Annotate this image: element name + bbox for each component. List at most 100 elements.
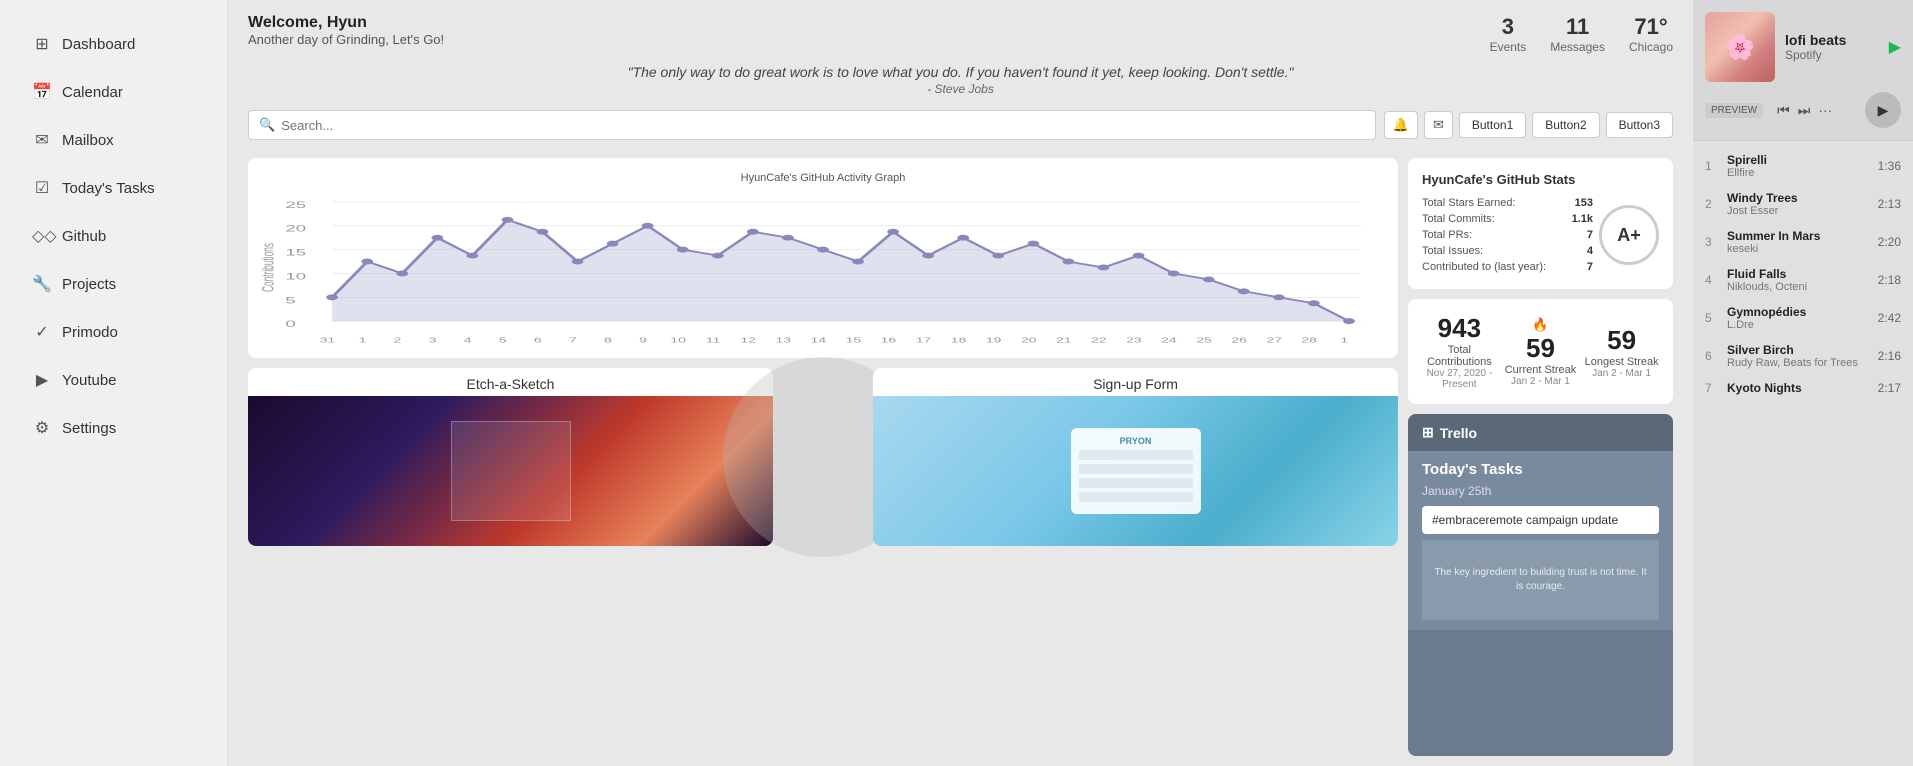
button2[interactable]: Button2 bbox=[1532, 112, 1599, 138]
music-album-row: 🌸 lofi beats Spotify ▶ bbox=[1705, 12, 1901, 82]
sidebar-item-projects[interactable]: 🔧 Projects bbox=[8, 262, 219, 306]
signup-label: Sign-up Form bbox=[873, 368, 1398, 396]
svg-text:27: 27 bbox=[1266, 337, 1282, 345]
sidebar-label-tasks: Today's Tasks bbox=[62, 180, 155, 197]
sidebar-item-tasks[interactable]: ☑ Today's Tasks bbox=[8, 166, 219, 210]
music-artist: Spotify bbox=[1785, 48, 1879, 62]
svg-text:15: 15 bbox=[285, 248, 306, 258]
trello-image-area: The key ingredient to building trust is … bbox=[1422, 540, 1659, 620]
track-number: 6 bbox=[1705, 349, 1719, 363]
button1[interactable]: Button1 bbox=[1459, 112, 1526, 138]
more-options-button[interactable]: ··· bbox=[1818, 102, 1832, 118]
album-art-emoji: 🌸 bbox=[1725, 33, 1755, 62]
github-stats-title: HyunCafe's GitHub Stats bbox=[1422, 172, 1659, 187]
prs-label: Total PRs: bbox=[1422, 229, 1472, 241]
stat-contributed: Contributed to (last year): 7 bbox=[1422, 259, 1593, 275]
track-artist: L.Dre bbox=[1727, 319, 1870, 331]
toolbar-right: 🔔 ✉ Button1 Button2 Button3 bbox=[1384, 111, 1673, 139]
music-track-item[interactable]: 2 Windy Trees Jost Esser 2:13 bbox=[1693, 185, 1913, 223]
svg-text:25: 25 bbox=[1196, 337, 1212, 345]
signup-background: PRYON bbox=[873, 396, 1398, 546]
svg-text:13: 13 bbox=[775, 337, 791, 345]
stats-grid: Total Stars Earned: 153 Total Commits: 1… bbox=[1422, 195, 1659, 275]
sidebar-item-dashboard[interactable]: ⊞ Dashboard bbox=[8, 22, 219, 66]
track-duration: 2:13 bbox=[1878, 197, 1901, 211]
button3[interactable]: Button3 bbox=[1606, 112, 1673, 138]
sidebar-label-youtube: Youtube bbox=[62, 372, 117, 389]
sidebar-item-youtube[interactable]: ▶ Youtube bbox=[8, 358, 219, 402]
prs-value: 7 bbox=[1587, 229, 1593, 241]
trello-date: January 25th bbox=[1422, 484, 1659, 498]
city-label: Chicago bbox=[1629, 40, 1673, 54]
track-duration: 2:42 bbox=[1878, 311, 1901, 325]
prev-track-button[interactable]: ⏮ bbox=[1777, 102, 1790, 119]
svg-text:14: 14 bbox=[811, 337, 827, 345]
tasks-icon: ☑ bbox=[32, 178, 52, 198]
music-track-item[interactable]: 1 Spirelli Ellfire 1:36 bbox=[1693, 147, 1913, 185]
search-input-wrap[interactable]: 🔍 bbox=[248, 110, 1376, 140]
sidebar-item-settings[interactable]: ⚙ Settings bbox=[8, 406, 219, 450]
preview-badge: PREVIEW bbox=[1705, 103, 1763, 118]
trello-image-text: The key ingredient to building trust is … bbox=[1422, 558, 1659, 602]
etch-a-sketch-card[interactable]: Etch-a-Sketch bbox=[248, 368, 773, 546]
primodo-icon: ✓ bbox=[32, 322, 52, 342]
signup-form-card[interactable]: Sign-up Form PRYON bbox=[873, 368, 1398, 546]
header: Welcome, Hyun Another day of Grinding, L… bbox=[228, 0, 1693, 102]
stars-label: Total Stars Earned: bbox=[1422, 197, 1516, 209]
projects-icon: 🔧 bbox=[32, 274, 52, 294]
track-number: 1 bbox=[1705, 159, 1719, 173]
music-track-item[interactable]: 5 Gymnopédies L.Dre 2:42 bbox=[1693, 299, 1913, 337]
svg-text:Days: Days bbox=[828, 344, 866, 345]
search-input[interactable] bbox=[281, 118, 1365, 133]
track-name: Gymnopédies bbox=[1727, 305, 1870, 319]
notification-button[interactable]: 🔔 bbox=[1384, 111, 1418, 139]
trello-grid-icon: ⊞ bbox=[1422, 424, 1434, 441]
track-number: 2 bbox=[1705, 197, 1719, 211]
svg-text:0: 0 bbox=[285, 319, 295, 329]
spotify-icon: ▶ bbox=[1889, 37, 1901, 57]
sidebar-item-primodo[interactable]: ✓ Primodo bbox=[8, 310, 219, 354]
etch-background bbox=[248, 396, 773, 546]
music-track-item[interactable]: 7 Kyoto Nights 2:17 bbox=[1693, 375, 1913, 401]
trello-task-item: #embraceremote campaign update bbox=[1422, 506, 1659, 534]
quote-text: "The only way to do great work is to lov… bbox=[628, 64, 1294, 80]
contributed-label: Contributed to (last year): bbox=[1422, 261, 1546, 273]
track-info: Windy Trees Jost Esser bbox=[1727, 191, 1870, 217]
music-info: lofi beats Spotify bbox=[1785, 32, 1879, 62]
stat-commits: Total Commits: 1.1k bbox=[1422, 211, 1593, 227]
music-track-item[interactable]: 3 Summer In Mars keseki 2:20 bbox=[1693, 223, 1913, 261]
search-icon: 🔍 bbox=[259, 117, 275, 133]
sidebar-item-calendar[interactable]: 📅 Calendar bbox=[8, 70, 219, 114]
trello-title: Trello bbox=[1440, 425, 1477, 441]
youtube-icon: ▶ bbox=[32, 370, 52, 390]
events-label: Events bbox=[1490, 40, 1527, 54]
trello-tasks-title: Today's Tasks bbox=[1422, 461, 1659, 478]
music-track-item[interactable]: 4 Fluid Falls Niklouds, Octeni 2:18 bbox=[1693, 261, 1913, 299]
track-name: Spirelli bbox=[1727, 153, 1870, 167]
track-info: Gymnopédies L.Dre bbox=[1727, 305, 1870, 331]
github-icon: ◇◇ bbox=[32, 226, 52, 246]
github-stats-card: HyunCafe's GitHub Stats Total Stars Earn… bbox=[1408, 158, 1673, 289]
play-button[interactable]: ▶ bbox=[1865, 92, 1901, 128]
svg-text:15: 15 bbox=[846, 337, 862, 345]
mail-button[interactable]: ✉ bbox=[1424, 111, 1453, 139]
welcome-subtitle: Another day of Grinding, Let's Go! bbox=[248, 32, 444, 47]
next-track-button[interactable]: ⏭ bbox=[1798, 102, 1811, 119]
welcome-title: Welcome, Hyun bbox=[248, 14, 444, 32]
commits-label: Total Commits: bbox=[1422, 213, 1495, 225]
track-number: 4 bbox=[1705, 273, 1719, 287]
sidebar-item-mailbox[interactable]: ✉ Mailbox bbox=[8, 118, 219, 162]
svg-text:Contributions: Contributions bbox=[262, 243, 277, 292]
sidebar-item-github[interactable]: ◇◇ Github bbox=[8, 214, 219, 258]
streak-card: 943 Total Contributions Nov 27, 2020 - P… bbox=[1408, 299, 1673, 404]
track-duration: 2:17 bbox=[1878, 381, 1901, 395]
track-duration: 1:36 bbox=[1878, 159, 1901, 173]
signup-thumbnail: PRYON bbox=[873, 396, 1398, 546]
svg-text:1: 1 bbox=[359, 337, 367, 345]
track-artist: Rudy Raw, Beats for Trees bbox=[1727, 357, 1870, 369]
music-track-item[interactable]: 6 Silver Birch Rudy Raw, Beats for Trees… bbox=[1693, 337, 1913, 375]
right-panel: HyunCafe's GitHub Stats Total Stars Earn… bbox=[1408, 158, 1673, 756]
etch-grid bbox=[451, 421, 571, 521]
sidebar-label-settings: Settings bbox=[62, 420, 116, 437]
music-title: lofi beats bbox=[1785, 32, 1879, 48]
